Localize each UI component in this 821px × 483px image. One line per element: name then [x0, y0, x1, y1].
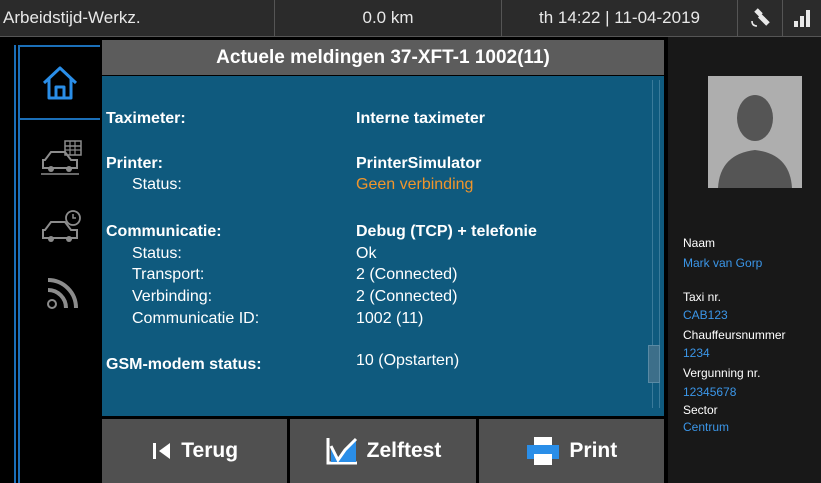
driver-number-label: Chauffeursnummer: [683, 328, 786, 342]
license-number-label: Vergunning nr.: [683, 366, 761, 380]
distance-readout: 0.0 km: [275, 0, 502, 36]
back-label: Terug: [181, 439, 239, 462]
printer-label: Printer:: [106, 155, 163, 172]
driver-name-label: Naam: [683, 236, 716, 250]
comm-id-value: 1002 (11): [356, 310, 424, 327]
comm-id-label: Communicatie ID:: [132, 310, 260, 327]
print-label: Print: [569, 439, 618, 462]
nav-car-clock[interactable]: [24, 195, 104, 261]
back-arrow-icon: [153, 443, 171, 459]
communication-label: Communicatie:: [106, 223, 222, 240]
printer-value: PrinterSimulator: [356, 155, 482, 172]
page-title: Actuele meldingen 37-XFT-1 1002(11): [102, 40, 664, 75]
taxi-number-value: CAB123: [683, 308, 728, 322]
driver-number-value: 1234: [683, 346, 710, 360]
status-bar: Arbeidstijd-Werkz. 0.0 km th 14:22 | 11-…: [0, 0, 821, 37]
printer-status-value: Geen verbinding: [356, 176, 474, 193]
side-nav: [0, 37, 100, 483]
taxi-number-label: Taxi nr.: [683, 290, 722, 304]
scrollbar-thumb[interactable]: [648, 345, 660, 383]
avatar: [708, 76, 802, 188]
comm-status-value: Ok: [356, 245, 377, 262]
communication-value: Debug (TCP) + telefonie: [356, 223, 537, 240]
gps-satellite-icon: [738, 0, 783, 36]
license-number-value: 12345678: [683, 385, 737, 399]
transport-value: 2 (Connected): [356, 266, 458, 283]
taximeter-label: Taximeter:: [106, 110, 186, 127]
verbinding-value: 2 (Connected): [356, 288, 458, 305]
signal-icon: [47, 278, 78, 309]
nav-home[interactable]: [18, 45, 100, 120]
action-bar: Terug Zelftest Print: [102, 419, 664, 483]
sector-value: Centrum: [683, 420, 730, 434]
gsm-value: 10 (Opstarten): [356, 352, 460, 369]
transport-label: Transport:: [132, 266, 205, 283]
back-button[interactable]: Terug: [102, 419, 288, 483]
printer-icon: [527, 437, 560, 465]
app-mode: Arbeidstijd-Werkz.: [0, 0, 275, 36]
car-clock-icon: [42, 210, 81, 242]
printer-status-label: Status:: [132, 176, 182, 193]
datetime-readout: th 14:22 | 11-04-2019: [502, 0, 738, 36]
sector-label: Sector: [683, 403, 718, 417]
nav-car-schedule[interactable]: [24, 125, 104, 191]
nav-signal[interactable]: [24, 259, 104, 325]
comm-status-label: Status:: [132, 245, 182, 262]
signal-bars-icon: [783, 0, 821, 36]
taximeter-value: Interne taximeter: [356, 110, 485, 127]
home-icon: [42, 66, 78, 99]
print-button[interactable]: Print: [478, 419, 664, 483]
selftest-label: Zelftest: [366, 439, 442, 462]
verbinding-label: Verbinding:: [132, 288, 213, 305]
selftest-button[interactable]: Zelftest: [290, 419, 476, 483]
car-schedule-icon: [41, 140, 82, 175]
selftest-chart-icon: [326, 437, 357, 465]
driver-name-value: Mark van Gorp: [683, 256, 763, 270]
gsm-label: GSM-modem status:: [106, 356, 262, 373]
